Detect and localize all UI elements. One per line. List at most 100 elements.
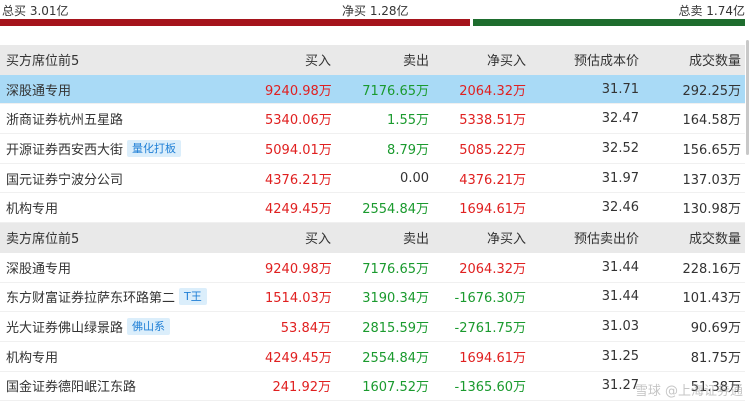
seat-name-cell: 浙商证券杭州五星路 [0, 109, 265, 128]
seat-name[interactable]: 光大证券佛山绿景路 [6, 317, 123, 336]
seat-name[interactable]: 开源证券西安西大街 [6, 139, 123, 158]
table-row[interactable]: 东方财富证券拉萨东环路第二 T王 1514.03万 3190.34万 -1676.30万… [0, 283, 745, 313]
price-cell: 31.03 [601, 319, 639, 335]
sell-header[interactable]: 卖出 [335, 50, 433, 69]
net-cell: -2761.75万 [454, 321, 526, 337]
seat-name[interactable]: 机构专用 [6, 347, 58, 366]
seat-name[interactable]: 浙商证券杭州五星路 [6, 109, 123, 128]
buy-cell: 5094.01万 [265, 142, 332, 158]
price-cell: 32.46 [601, 200, 639, 216]
watermark: 雪球 @上海证券通 [634, 384, 743, 399]
volume-cell: 101.43万 [682, 291, 742, 307]
buy-cell: 9240.98万 [265, 83, 332, 99]
seat-name-cell: 深股通专用 [0, 80, 265, 99]
buy-cell: 5340.06万 [265, 113, 332, 129]
seat-name[interactable]: 东方财富证券拉萨东环路第二 [6, 287, 175, 306]
table-row[interactable]: 机构专用 4249.45万 2554.84万 1694.61万 31.25 81.75万 [0, 342, 745, 372]
summary-bar: 总买 3.01亿 净买 1.28亿 总卖 1.74亿 [0, 0, 749, 28]
seat-name[interactable]: 深股通专用 [6, 80, 71, 99]
table-row[interactable]: 国金证券德阳岷江东路 241.92万 1607.52万 -1365.60万 31.27 5… [0, 372, 745, 401]
sell-cell: 0.00 [400, 170, 429, 186]
volume-header[interactable]: 成交数量 [643, 228, 745, 247]
table-row[interactable]: 光大证券佛山绿景路 佛山系 53.84万 2815.59万 -2761.75万 31.03… [0, 312, 745, 342]
buy-cell: 241.92万 [272, 380, 332, 396]
net-cell: 2064.32万 [459, 83, 526, 99]
seat-name-cell: 机构专用 [0, 198, 265, 217]
price-cell: 32.47 [601, 111, 639, 127]
sell-cell: 2554.84万 [362, 350, 429, 366]
volume-cell: 90.69万 [690, 321, 741, 337]
table-row[interactable]: 国元证券宁波分公司 4376.21万 0.00 4376.21万 31.97 137.03… [0, 164, 745, 194]
seat-tag-badge[interactable]: T王 [179, 288, 207, 306]
buy-cell: 1514.03万 [265, 291, 332, 307]
table-row[interactable]: 机构专用 4249.45万 2554.84万 1694.61万 32.46 130.98万 [0, 193, 745, 224]
net-cell: 5085.22万 [459, 142, 526, 158]
seat-name[interactable]: 深股通专用 [6, 258, 71, 277]
net-cell: -1365.60万 [454, 380, 526, 396]
volume-header[interactable]: 成交数量 [643, 50, 745, 69]
seat-name[interactable]: 国金证券德阳岷江东路 [6, 376, 136, 395]
seat-name-cell: 深股通专用 [0, 258, 265, 277]
buy-cell: 9240.98万 [265, 261, 332, 277]
seat-name-cell: 开源证券西安西大街 量化打板 [0, 139, 265, 158]
price-cell: 31.44 [601, 259, 639, 275]
price-cell: 32.52 [601, 140, 639, 156]
net-buy-header[interactable]: 净买入 [433, 50, 530, 69]
sell-ratio-fill [473, 19, 745, 26]
dragon-tiger-table: 买方席位前5 买入 卖出 净买入 预估成本价 成交数量 深股通专用 9240.98万 7176.… [0, 45, 745, 401]
buy-cell: 4376.21万 [265, 172, 332, 188]
buy-header[interactable]: 买入 [265, 228, 335, 247]
seat-name-cell: 国元证券宁波分公司 [0, 169, 265, 188]
seat-name-cell: 机构专用 [0, 347, 265, 366]
table-row[interactable]: 开源证券西安西大街 量化打板 5094.01万 8.79万 5085.22万 32.52 1… [0, 134, 745, 164]
sell-cell: 7176.65万 [362, 83, 429, 99]
table-row[interactable]: 深股通专用 9240.98万 7176.65万 2064.32万 31.71 292.25… [0, 74, 745, 105]
sell-cell: 2554.84万 [362, 202, 429, 218]
sell-section-header-row: 卖方席位前5 买入 卖出 净买入 预估卖出价 成交数量 [0, 223, 745, 253]
sell-header[interactable]: 卖出 [335, 228, 433, 247]
buy-cell: 4249.45万 [265, 202, 332, 218]
price-cell: 31.27 [601, 378, 639, 394]
seat-name-cell: 光大证券佛山绿景路 佛山系 [0, 317, 265, 336]
sell-cell: 2815.59万 [362, 321, 429, 337]
volume-cell: 130.98万 [682, 202, 742, 218]
total-sell-label: 总卖 1.74亿 [678, 4, 745, 18]
net-cell: 5338.51万 [459, 113, 526, 129]
price-cell: 31.71 [601, 81, 639, 97]
net-buy-label: 净买 1.28亿 [342, 4, 409, 18]
seat-tag-badge[interactable]: 佛山系 [127, 318, 171, 336]
net-cell: 1694.61万 [459, 202, 526, 218]
sell-cell: 1607.52万 [362, 380, 429, 396]
net-cell: 2064.32万 [459, 261, 526, 277]
table-row[interactable]: 浙商证券杭州五星路 5340.06万 1.55万 5338.51万 32.47 164.5… [0, 104, 745, 135]
buy-cell: 53.84万 [280, 321, 331, 337]
seat-header: 卖方席位前5 [6, 232, 80, 248]
price-header[interactable]: 预估成本价 [530, 50, 643, 69]
net-cell: -1676.30万 [454, 291, 526, 307]
seat-name[interactable]: 机构专用 [6, 198, 58, 217]
volume-cell: 156.65万 [682, 142, 742, 158]
sell-cell: 7176.65万 [362, 261, 429, 277]
volume-cell: 292.25万 [682, 83, 742, 99]
buy-ratio-fill [0, 19, 470, 26]
seat-header: 买方席位前5 [6, 54, 80, 70]
volume-cell: 228.16万 [682, 261, 742, 277]
price-cell: 31.44 [601, 289, 639, 305]
volume-cell: 81.75万 [690, 350, 741, 366]
seat-name[interactable]: 国元证券宁波分公司 [6, 169, 123, 188]
sell-cell: 1.55万 [387, 113, 429, 129]
price-cell: 31.25 [601, 348, 639, 364]
net-cell: 4376.21万 [459, 172, 526, 188]
sell-cell: 3190.34万 [362, 291, 429, 307]
volume-cell: 164.58万 [682, 113, 742, 129]
table-row[interactable]: 深股通专用 9240.98万 7176.65万 2064.32万 31.44 228.16… [0, 253, 745, 283]
buy-header[interactable]: 买入 [265, 50, 335, 69]
net-buy-header[interactable]: 净买入 [433, 228, 530, 247]
net-cell: 1694.61万 [459, 350, 526, 366]
seat-tag-badge[interactable]: 量化打板 [127, 139, 182, 157]
seat-name-cell: 国金证券德阳岷江东路 [0, 376, 265, 395]
buy-cell: 4249.45万 [265, 350, 332, 366]
price-header[interactable]: 预估卖出价 [530, 228, 643, 247]
total-buy-label: 总买 3.01亿 [2, 4, 69, 18]
price-cell: 31.97 [601, 170, 639, 186]
